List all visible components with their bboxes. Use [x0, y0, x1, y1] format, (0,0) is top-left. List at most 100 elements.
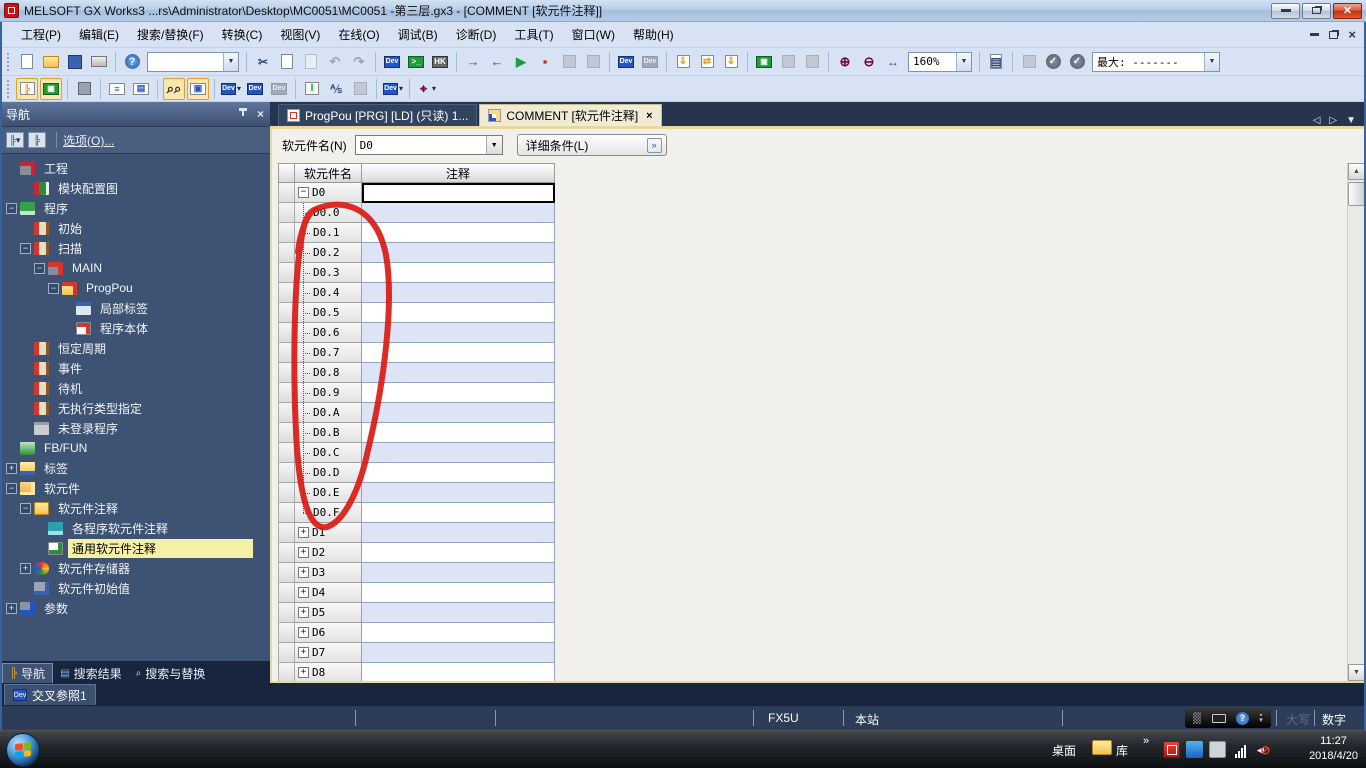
new-project-icon[interactable] [16, 51, 38, 73]
nav-bottom-tab-0[interactable]: ╠ 导航 [2, 663, 54, 683]
device-name-cell[interactable]: D0.8 [295, 363, 362, 383]
row-header-cell[interactable] [278, 423, 295, 443]
tree-item-5[interactable]: − MAIN [0, 258, 270, 278]
dropdown-arrow-icon[interactable]: ▾ [432, 84, 436, 93]
nav-bottom-tab-1[interactable]: ▤ 搜索结果 [53, 663, 128, 683]
mdi-restore-button[interactable] [1329, 30, 1339, 39]
row-header-cell[interactable] [278, 203, 295, 223]
tree-item-9[interactable]: 恒定周期 [0, 338, 270, 358]
tree-item-22[interactable]: + 参数 [0, 598, 270, 618]
comment-cell[interactable] [362, 243, 555, 263]
tree-item-18[interactable]: 各程序软元件注释 [0, 518, 270, 538]
tree-item-15[interactable]: + 标签 [0, 458, 270, 478]
menu-item-6[interactable]: 调试(B) [389, 22, 447, 47]
comment-cell[interactable] [362, 423, 555, 443]
row-header-cell[interactable] [278, 223, 295, 243]
detail-condition-button[interactable]: 详细条件(L) » [516, 134, 667, 156]
io-check-icon[interactable]: ⅍ [325, 78, 347, 100]
device-name-cell[interactable]: D0.A [295, 403, 362, 423]
row-header-cell[interactable] [278, 503, 295, 523]
menu-item-0[interactable]: 工程(P) [12, 22, 70, 47]
comment-cell[interactable] [362, 383, 555, 403]
row-header-cell[interactable] [278, 603, 295, 623]
row-header-cell[interactable] [278, 583, 295, 603]
device-name-cell[interactable]: D0.3 [295, 263, 362, 283]
check-program-1-icon[interactable]: ✓ [1042, 51, 1064, 73]
comment-cell[interactable] [362, 363, 555, 383]
minimize-button[interactable] [1271, 2, 1300, 19]
tab-scroll-left-icon[interactable]: ◁ [1313, 115, 1321, 126]
device-name-cell[interactable]: − D0 [295, 183, 362, 203]
help-circle-icon[interactable]: ? [1235, 711, 1249, 725]
menu-item-10[interactable]: 帮助(H) [624, 22, 683, 47]
zoom-select-dropdown-icon[interactable]: ⌖ ▾ [415, 78, 437, 100]
expander-minus-icon[interactable]: − [34, 262, 45, 274]
tray-app-icon[interactable] [1186, 741, 1203, 758]
tree-item-20[interactable]: + 软元件存储器 [0, 558, 270, 578]
scroll-up-icon[interactable]: ▲ [1348, 163, 1364, 180]
statement-3-icon[interactable]: ⇓ [720, 51, 742, 73]
row-header-cell[interactable] [278, 543, 295, 563]
volume-muted-icon[interactable]: ◄ ⊘ [1254, 741, 1271, 758]
combo-dropdown-icon[interactable]: ▼ [1204, 52, 1219, 71]
verify-red-icon[interactable]: ▪ [534, 51, 556, 73]
language-bar-grip[interactable] [1193, 712, 1202, 724]
menu-item-1[interactable]: 编辑(E) [70, 22, 128, 47]
row-header-cell[interactable] [278, 183, 295, 203]
row-header-cell[interactable] [278, 303, 295, 323]
row-header-cell[interactable] [278, 523, 295, 543]
device-name-cell[interactable]: D0.E [295, 483, 362, 503]
device-find-dropdown-icon[interactable]: Dev ▾ [220, 78, 242, 100]
menu-item-5[interactable]: 在线(O) [329, 22, 388, 47]
register-label-icon[interactable]: I [301, 78, 323, 100]
expander-minus-icon[interactable]: − [20, 242, 31, 254]
zoom-in-icon[interactable]: ⊕ [834, 51, 856, 73]
comment-cell[interactable] [362, 503, 555, 523]
combo-dropdown-icon[interactable]: ▼ [956, 52, 971, 71]
find-binoculars-icon[interactable]: ⌕⌕ [163, 77, 185, 100]
device-name-cell[interactable]: D0.5 [295, 303, 362, 323]
expander-plus-icon[interactable]: + [298, 627, 309, 638]
device-name-cell[interactable]: D0.C [295, 443, 362, 463]
expander-plus-icon[interactable]: + [298, 607, 309, 618]
help-icon[interactable]: ? [121, 51, 143, 73]
row-header-cell[interactable] [278, 463, 295, 483]
menu-item-4[interactable]: 视图(V) [271, 22, 329, 47]
connection-destination-icon[interactable]: ▣ [40, 77, 62, 100]
tree-item-2[interactable]: − 程序 [0, 198, 270, 218]
navigation-window-icon[interactable]: ╠ [16, 77, 38, 100]
comment-cell[interactable] [362, 343, 555, 363]
device-name-cell[interactable]: + D1 [295, 523, 362, 543]
toolbar-overflow-chevron[interactable]: » [1143, 735, 1149, 747]
device-name-cell[interactable]: D0.1 [295, 223, 362, 243]
document-tab-1[interactable]: COMMENT [软元件注释] × [479, 104, 662, 126]
tree-item-7[interactable]: 局部标签 [0, 298, 270, 318]
device-name-cell[interactable]: D0.F [295, 503, 362, 523]
device-name-cell[interactable]: D0.4 [295, 283, 362, 303]
row-header-cell[interactable] [278, 343, 295, 363]
expander-plus-icon[interactable]: + [298, 667, 309, 678]
device-name-cell[interactable]: + D5 [295, 603, 362, 623]
tree-item-11[interactable]: 待机 [0, 378, 270, 398]
expander-minus-icon[interactable]: − [20, 502, 31, 514]
row-header-cell[interactable] [278, 383, 295, 403]
zoom-combo[interactable]: 160% ▼ [908, 51, 972, 72]
expander-plus-icon[interactable]: + [298, 647, 309, 658]
row-header-cell[interactable] [278, 243, 295, 263]
monitor-start-icon[interactable]: >_ [405, 51, 427, 73]
comment-cell[interactable] [362, 323, 555, 343]
comment-cell[interactable] [362, 583, 555, 603]
label-set-icon[interactable]: ▣ [753, 51, 775, 73]
expander-minus-icon[interactable]: − [6, 202, 17, 214]
navigation-options-link[interactable]: 选项(O)... [63, 132, 114, 149]
device-display-dropdown-icon[interactable]: Dev ▾ [382, 78, 404, 100]
statement-2-icon[interactable]: ⇄ [696, 51, 718, 73]
library-folder-icon[interactable] [1092, 740, 1112, 755]
expander-plus-icon[interactable]: + [6, 462, 17, 474]
device-monitor-on-icon[interactable]: Dev [615, 51, 637, 73]
menu-item-2[interactable]: 搜索/替换(F) [128, 22, 213, 47]
mdi-minimize-button[interactable] [1310, 33, 1320, 36]
comment-cell[interactable] [362, 483, 555, 503]
comment-cell[interactable] [362, 203, 555, 223]
tree-expand-icon[interactable]: ╠ [28, 132, 46, 148]
